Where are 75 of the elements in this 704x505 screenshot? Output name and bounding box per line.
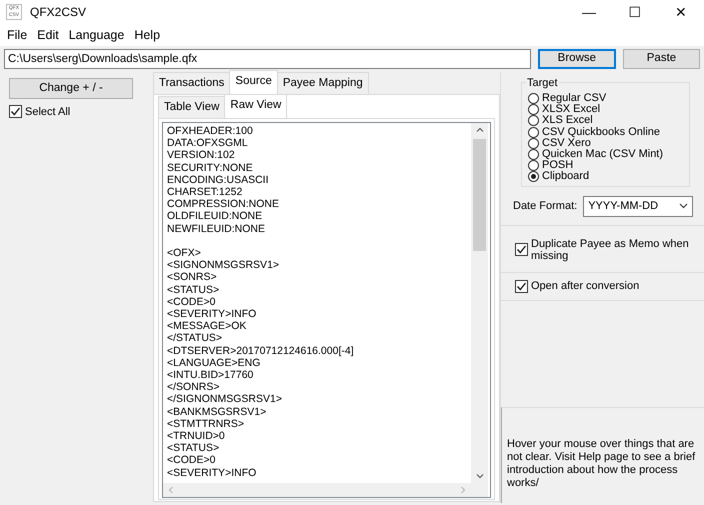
close-button[interactable]: ✕ — [658, 0, 704, 24]
code-line: <CODE>0 — [167, 296, 216, 308]
radio-button[interactable] — [528, 93, 539, 104]
code-line: CHARSET:1252 — [167, 186, 242, 198]
tab[interactable]: Source — [229, 70, 278, 94]
code-line: ENCODING:USASCII — [167, 174, 269, 186]
code-line: <BANKMSGSRSV1> — [167, 406, 266, 418]
radio-button[interactable] — [528, 160, 539, 172]
tab[interactable]: Transactions — [153, 72, 230, 94]
chevron-down-icon — [679, 203, 688, 209]
radio-button[interactable] — [528, 138, 539, 149]
maximize-button[interactable]: ☐ — [612, 0, 658, 24]
scroll-up-icon[interactable] — [476, 126, 484, 134]
checkbox-label[interactable]: Open after conversion — [531, 280, 640, 292]
radio-label[interactable]: Clipboard — [542, 171, 590, 182]
code-line: NEWFILEUID:NONE — [167, 222, 266, 235]
code-line: COMPRESSION:NONE — [167, 198, 280, 210]
code-line: </SIGNONMSGSRSV1> — [167, 393, 282, 406]
help-text: Hover your mouse over things that are not clear. Visit Help page to see a brief introduction about how the process works/ — [501, 407, 704, 503]
menu-item[interactable]: Language — [64, 26, 130, 44]
change-button[interactable]: Change + / - — [9, 78, 133, 100]
code-line: </SONRS> — [167, 381, 220, 394]
radio-label[interactable]: XLSX Excel — [542, 104, 600, 116]
code-line: <STATUS> — [167, 442, 220, 454]
code-line: <OFX> — [167, 247, 201, 260]
group-title: Target — [526, 75, 559, 92]
path-field[interactable]: C:\Users\serg\Downloads\sample.qfx — [4, 49, 531, 69]
scrollbar-thumb[interactable] — [473, 139, 486, 251]
window-title: QFX2CSV — [30, 4, 88, 21]
radio-button[interactable] — [528, 149, 539, 160]
minimize-button[interactable]: — — [566, 0, 612, 24]
radio-label[interactable]: CSV Quickbooks Online — [542, 126, 660, 138]
code-line: OLDFILEUID:NONE — [167, 210, 262, 223]
checkbox[interactable] — [515, 280, 528, 292]
tab[interactable]: Payee Mapping — [276, 72, 369, 94]
code-line: OFXHEADER:100 — [167, 125, 253, 138]
menu-item[interactable]: Edit — [32, 26, 64, 44]
radio-label[interactable]: XLS Excel — [542, 115, 593, 126]
checkbox-label[interactable]: Duplicate Payee as Memo when missing — [531, 238, 696, 262]
radio-button[interactable] — [528, 126, 539, 138]
code-line: <STATUS> — [167, 284, 220, 296]
code-line: DATA:OFXSGML — [167, 137, 248, 150]
radio-label[interactable]: POSH — [542, 160, 574, 172]
field-label: Date Format: — [513, 200, 578, 212]
checkbox[interactable] — [515, 243, 528, 256]
code-line: <TRNUID>0 — [167, 430, 225, 442]
code-line: </STATUS> — [167, 332, 222, 345]
code-line: SECURITY:NONE — [167, 162, 253, 174]
radio-label[interactable]: CSV Xero — [542, 138, 591, 149]
path-button[interactable]: Paste — [622, 49, 700, 69]
checkbox[interactable] — [9, 105, 22, 118]
scroll-down-icon[interactable] — [476, 472, 484, 480]
date-format-dropdown[interactable]: YYYY-MM-DD — [583, 196, 694, 216]
code-line: <MESSAGE>OK — [167, 320, 246, 332]
tab[interactable]: Raw View — [224, 94, 288, 118]
code-line: <STMTTRNRS> — [167, 418, 244, 430]
menu-item[interactable]: File — [2, 26, 32, 44]
tab[interactable]: Table View — [158, 96, 226, 118]
radio-button[interactable] — [528, 115, 539, 126]
radio-label[interactable]: Quicken Mac (CSV Mint) — [542, 149, 664, 160]
radio-button[interactable] — [528, 104, 539, 116]
code-line: <DTSERVER>20170712124616.000[-4] — [167, 344, 354, 357]
menu-item[interactable]: Help — [129, 26, 166, 44]
code-line: VERSION:102 — [167, 149, 235, 162]
code-line: <SONRS> — [167, 271, 217, 284]
checkbox-label[interactable]: Select All — [25, 106, 70, 118]
code-line: <CODE>0 — [167, 454, 216, 467]
code-line: <SEVERITY>INFO — [167, 466, 256, 479]
path-button[interactable]: Browse — [538, 49, 616, 69]
radio-label[interactable]: Regular CSV — [542, 93, 606, 104]
code-line: <INTU.BID>17760 — [167, 369, 254, 382]
code-line: <SIGNONMSGSRSV1> — [167, 259, 280, 272]
code-line: <SEVERITY>INFO — [167, 308, 256, 320]
radio-button[interactable] — [528, 171, 539, 182]
code-line: <LANGUAGE>ENG — [167, 356, 260, 370]
